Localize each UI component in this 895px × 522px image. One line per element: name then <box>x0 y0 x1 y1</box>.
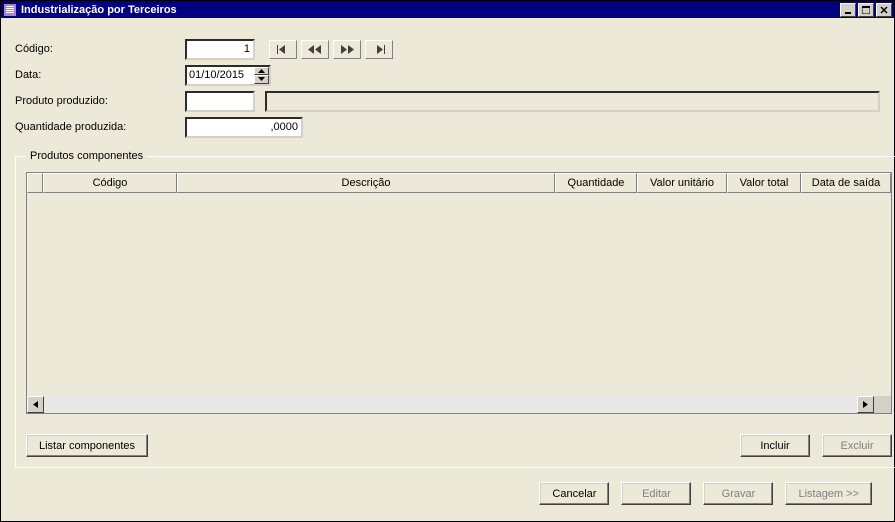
grid-h-scrollbar[interactable] <box>27 396 891 413</box>
scroll-right-icon[interactable] <box>857 396 874 413</box>
nav-prev-button[interactable] <box>301 40 329 59</box>
gravar-button[interactable]: Gravar <box>703 482 773 505</box>
data-label: Data: <box>15 69 185 81</box>
footer-buttons: Cancelar Editar Gravar Listagem >> <box>15 468 880 511</box>
date-spin-down[interactable] <box>254 75 269 84</box>
data-value: 01/10/2015 <box>187 67 254 84</box>
close-button[interactable] <box>876 3 892 17</box>
grid-header: Código Descrição Quantidade Valor unitár… <box>27 173 891 193</box>
nav-last-button[interactable] <box>365 40 393 59</box>
date-spin-up[interactable] <box>254 67 269 76</box>
col-valor-total[interactable]: Valor total <box>727 173 801 193</box>
quantidade-input[interactable]: ,0000 <box>185 117 303 138</box>
quantidade-label: Quantidade produzida: <box>15 121 185 133</box>
scroll-track[interactable] <box>44 396 857 413</box>
col-codigo[interactable]: Código <box>43 173 177 193</box>
produto-codigo-input[interactable] <box>185 91 255 112</box>
window-frame: Industrialização por Terceiros Código: 1 <box>0 0 895 522</box>
nav-next-button[interactable] <box>333 40 361 59</box>
titlebar: Industrialização por Terceiros <box>1 1 894 18</box>
incluir-button[interactable]: Incluir <box>740 434 810 457</box>
col-data-saida[interactable]: Data de saída <box>801 173 891 193</box>
minimize-button[interactable] <box>840 3 856 17</box>
window-body: Código: 1 Data: 01/10/2015 <box>1 18 894 521</box>
quantidade-value: ,0000 <box>270 121 298 133</box>
codigo-label: Código: <box>15 43 185 55</box>
componentes-group: Produtos componentes Código Descrição Qu… <box>15 150 895 468</box>
grid-rowheader-col <box>27 173 43 193</box>
maximize-button[interactable] <box>858 3 874 17</box>
componentes-grid: Código Descrição Quantidade Valor unitár… <box>26 172 892 414</box>
nav-first-button[interactable] <box>269 40 297 59</box>
produto-desc-display <box>265 91 880 112</box>
listagem-button[interactable]: Listagem >> <box>785 482 872 505</box>
col-valor-unitario[interactable]: Valor unitário <box>637 173 727 193</box>
grid-body <box>27 193 891 396</box>
editar-button[interactable]: Editar <box>621 482 691 505</box>
codigo-value: 1 <box>244 43 250 55</box>
componentes-legend: Produtos componentes <box>26 150 147 162</box>
scroll-left-icon[interactable] <box>27 396 44 413</box>
col-descricao[interactable]: Descrição <box>177 173 555 193</box>
cancelar-button[interactable]: Cancelar <box>539 482 609 505</box>
window-title: Industrialização por Terceiros <box>21 4 838 16</box>
produto-label: Produto produzido: <box>15 95 185 107</box>
listar-componentes-button[interactable]: Listar componentes <box>26 434 148 457</box>
app-icon <box>3 3 17 17</box>
codigo-input[interactable]: 1 <box>185 39 255 60</box>
excluir-button[interactable]: Excluir <box>822 434 892 457</box>
scroll-corner <box>874 396 891 413</box>
data-input[interactable]: 01/10/2015 <box>185 65 271 86</box>
col-quantidade[interactable]: Quantidade <box>555 173 637 193</box>
